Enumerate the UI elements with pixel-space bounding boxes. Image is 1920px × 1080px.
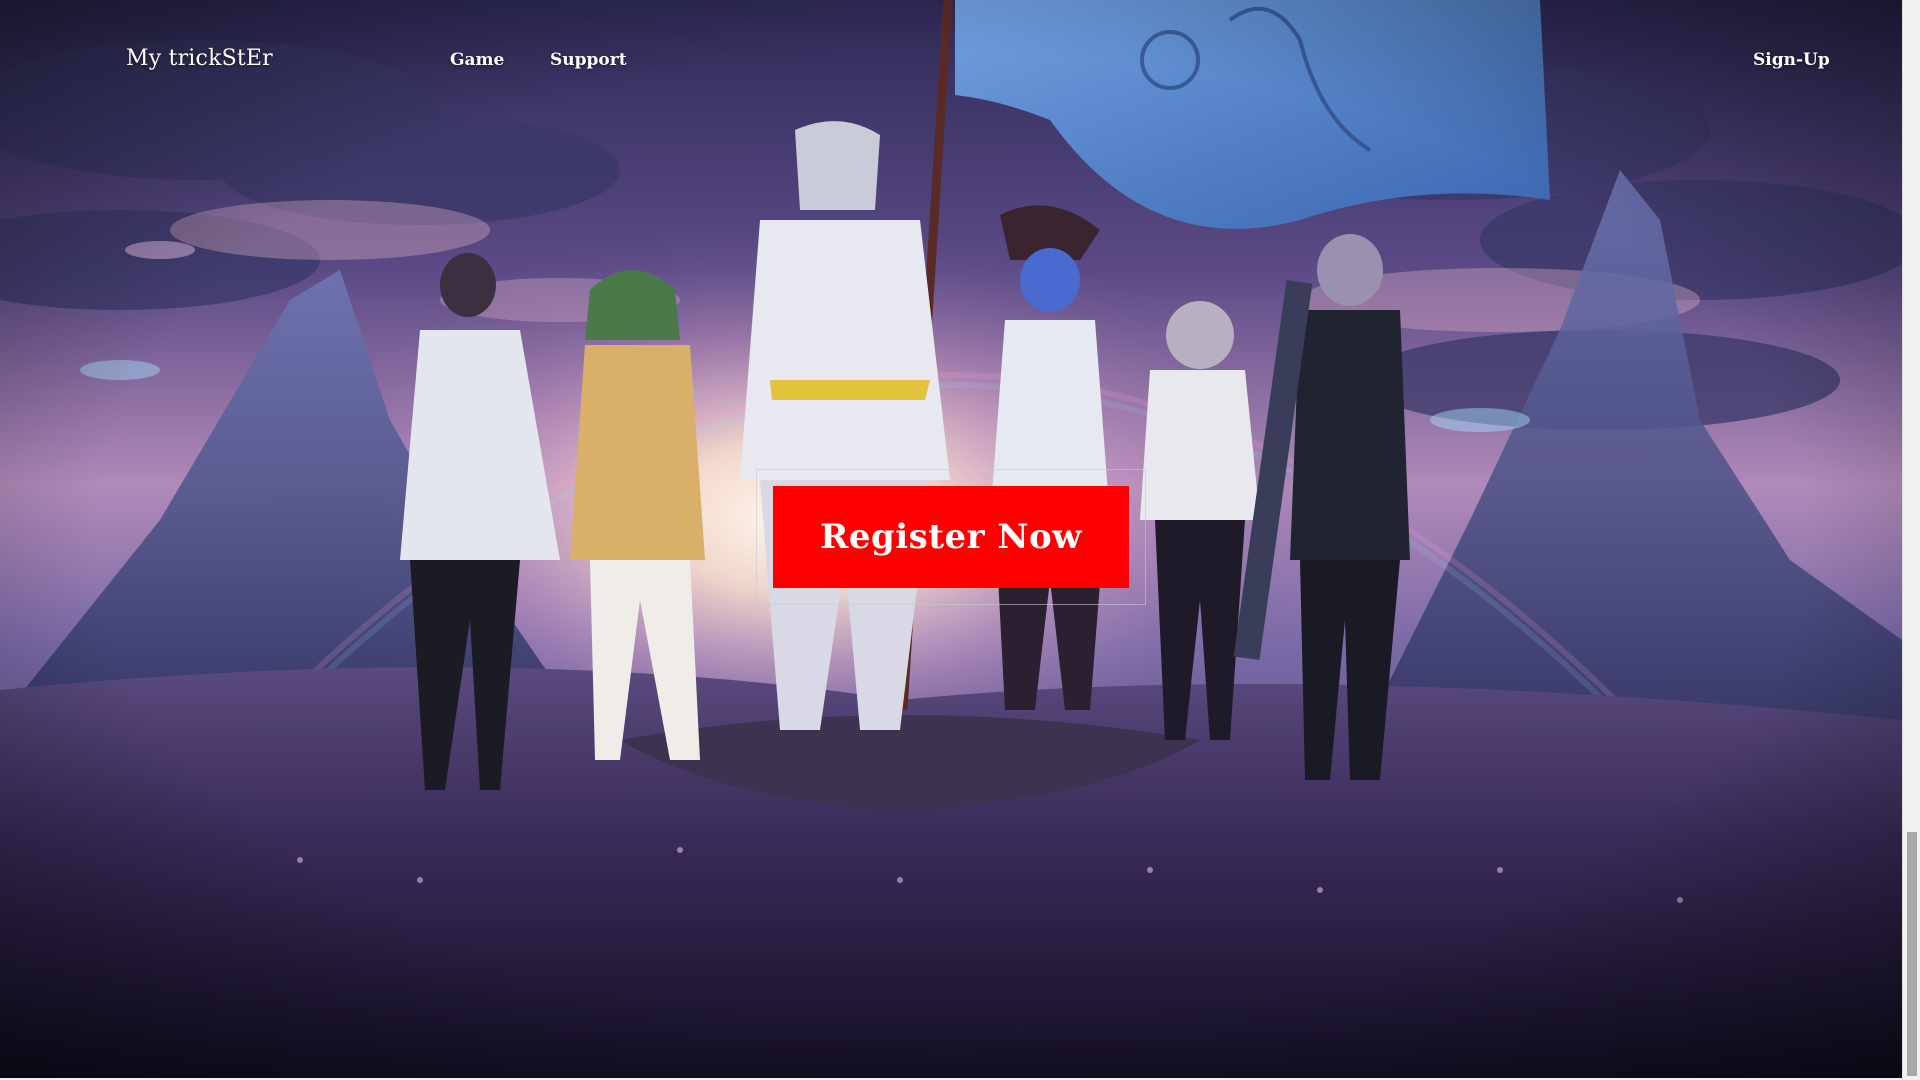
sign-up-link[interactable]: Sign-Up bbox=[1753, 50, 1830, 70]
register-now-button[interactable]: Register Now bbox=[773, 486, 1129, 588]
page-viewport: My trickStEr Game Support Sign-Up Regist… bbox=[0, 0, 1902, 1078]
nav-link-support[interactable]: Support bbox=[550, 50, 627, 70]
scrollbar-thumb[interactable] bbox=[1907, 832, 1917, 1076]
top-navigation: My trickStEr Game Support Sign-Up bbox=[0, 0, 1902, 122]
nav-link-game[interactable]: Game bbox=[450, 50, 504, 70]
vertical-scrollbar[interactable] bbox=[1902, 0, 1920, 1080]
brand-logo-link[interactable]: My trickStEr bbox=[126, 46, 273, 71]
